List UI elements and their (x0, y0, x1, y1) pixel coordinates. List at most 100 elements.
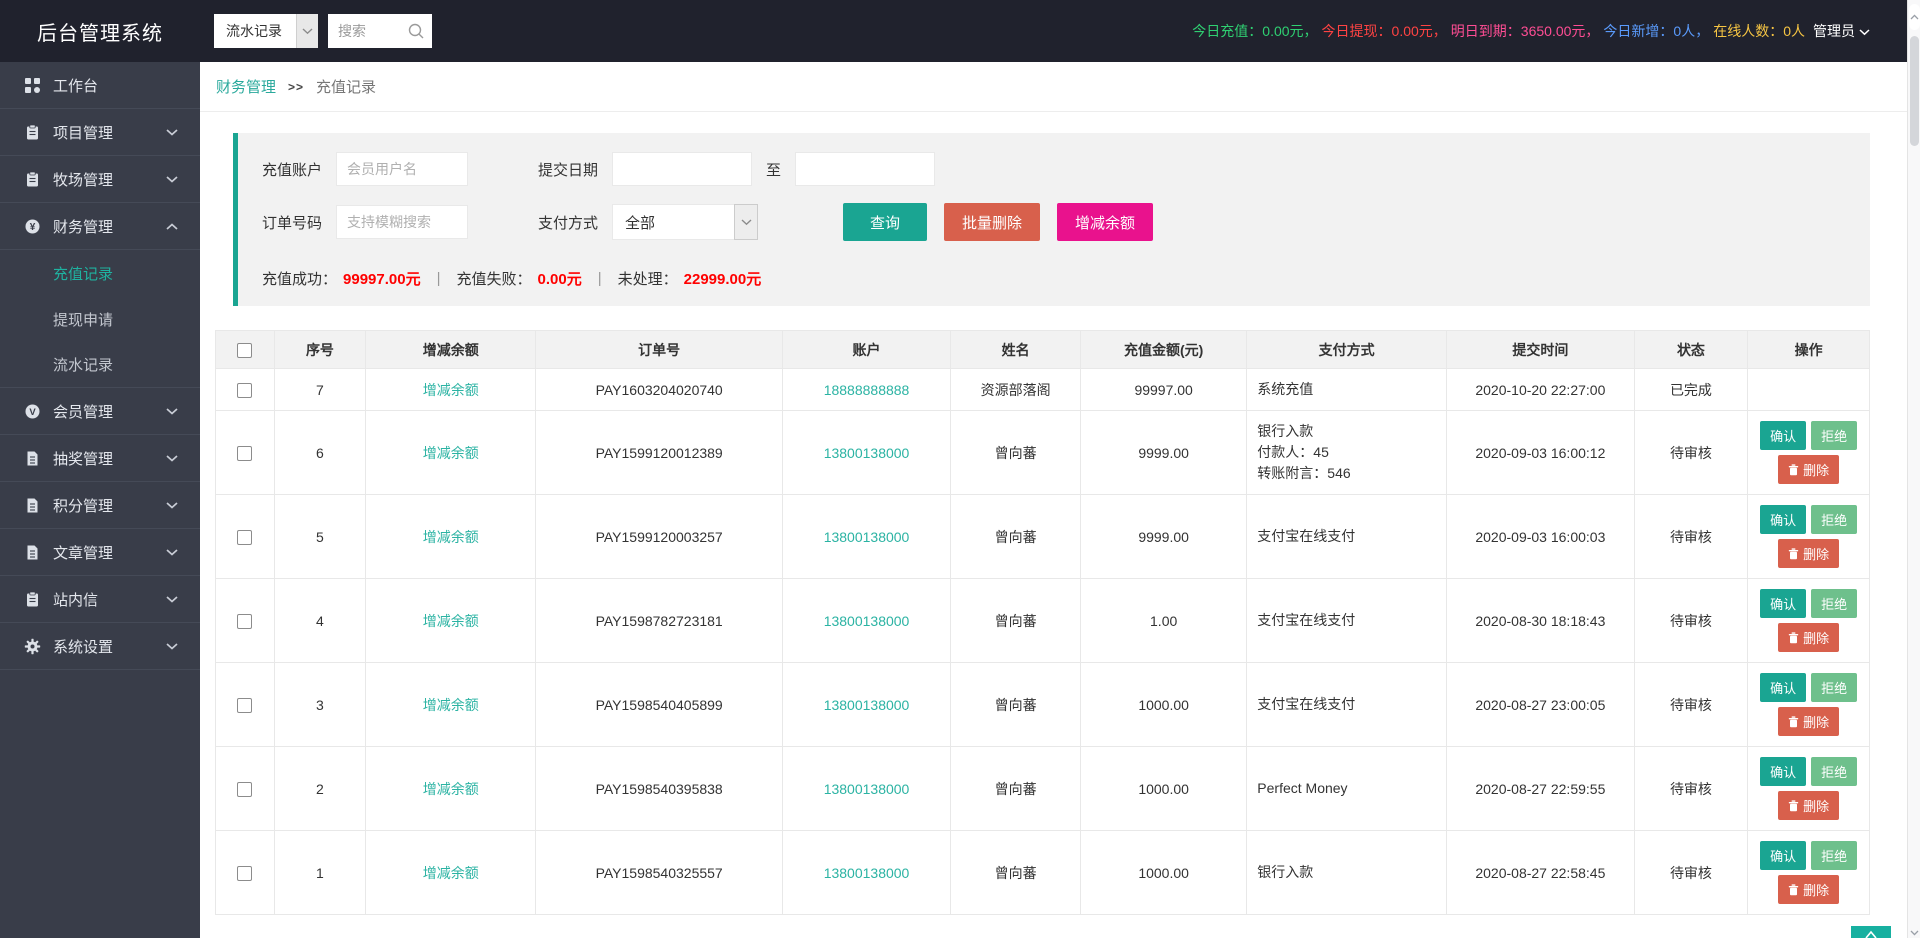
back-to-top-fixbar[interactable] (1851, 926, 1891, 938)
chevron-down-icon (166, 454, 178, 462)
reject-button[interactable]: 拒绝 (1811, 757, 1858, 786)
sidebar-item-article-management[interactable]: 文章管理 (0, 529, 200, 576)
breadcrumb-parent[interactable]: 财务管理 (216, 76, 276, 97)
sidebar-item-system-settings[interactable]: 系统设置 (0, 623, 200, 670)
records-table: 序号 增减余额 订单号 账户 姓名 充值金额(元) 支付方式 提交时间 状态 操作 7 增减余额 PA… (215, 330, 1870, 915)
sidebar-subitem-recharge-records[interactable]: 充值记录 (0, 250, 200, 296)
sidebar-subitem-withdraw-requests[interactable]: 提现申请 (0, 296, 200, 342)
reject-button[interactable]: 拒绝 (1811, 673, 1858, 702)
delete-button[interactable]: 删除 (1778, 539, 1840, 568)
row-checkbox[interactable] (237, 613, 253, 629)
cell-status: 待审核 (1633, 662, 1749, 747)
cell-adjust-link: 增减余额 (365, 368, 537, 411)
cell-payment: 支付宝在线支付 (1246, 662, 1448, 747)
sidebar-item-project-management[interactable]: 项目管理 (0, 109, 200, 156)
column-header: 操作 (1747, 330, 1870, 369)
cell-amount: 1.00 (1079, 578, 1248, 663)
delete-button[interactable]: 删除 (1778, 791, 1840, 820)
confirm-button[interactable]: 确认 (1760, 757, 1807, 786)
cell-adjust-link: 增减余额 (365, 410, 537, 495)
adjust-balance-link[interactable]: 增减余额 (423, 781, 479, 797)
select-all-checkbox[interactable] (237, 342, 253, 358)
sidebar-item-site-messages[interactable]: 站内信 (0, 576, 200, 623)
query-button[interactable]: 查询 (843, 203, 928, 241)
row-checkbox[interactable] (237, 781, 253, 797)
reject-button[interactable]: 拒绝 (1811, 505, 1858, 534)
sidebar-item-workbench[interactable]: 工作台 (0, 62, 200, 109)
account-link[interactable]: 13800138000 (824, 529, 910, 545)
scrollbar[interactable] (1907, 0, 1920, 938)
confirm-button[interactable]: 确认 (1760, 841, 1807, 870)
date-to-input[interactable] (795, 152, 936, 186)
stat-item: 今日提现：0.00元， (1321, 23, 1447, 39)
adjust-balance-link[interactable]: 增减余额 (423, 445, 479, 461)
breadcrumb-separator: >> (288, 79, 305, 94)
date-from-input[interactable] (612, 152, 753, 186)
delete-button[interactable]: 删除 (1778, 707, 1840, 736)
adjust-balance-link[interactable]: 增减余额 (423, 382, 479, 398)
delete-button[interactable]: 删除 (1778, 455, 1840, 484)
cell-account: 13800138000 (781, 662, 952, 747)
account-link[interactable]: 18888888888 (824, 382, 910, 398)
sidebar-item-points-management[interactable]: 积分管理 (0, 482, 200, 529)
scrollbar-up-arrow[interactable] (1909, 4, 1920, 30)
svg-text:V: V (29, 407, 36, 418)
summary-separator: | (597, 270, 602, 287)
cell-time: 2020-08-27 23:00:05 (1446, 662, 1635, 747)
sidebar-item-label: 系统设置 (53, 638, 114, 656)
column-header: 账户 (781, 330, 952, 369)
cell-checkbox (215, 410, 275, 495)
scrollbar-thumb[interactable] (1910, 36, 1919, 146)
search-icon[interactable] (407, 22, 425, 43)
row-checkbox[interactable] (237, 382, 253, 398)
admin-menu[interactable]: 管理员 (1813, 21, 1870, 41)
sidebar-item-finance-management[interactable]: ¥ 财务管理 (0, 203, 200, 250)
row-checkbox[interactable] (237, 697, 253, 713)
order-number-input[interactable] (336, 205, 469, 239)
scrollbar-down-arrow[interactable] (1909, 930, 1920, 936)
summary-pending-label: 未处理： (617, 271, 678, 288)
cell-name: 曾向蕃 (950, 494, 1081, 579)
row-checkbox[interactable] (237, 865, 253, 881)
adjust-balance-button[interactable]: 增减余额 (1057, 203, 1154, 241)
cell-seq: 4 (273, 578, 367, 663)
account-link[interactable]: 13800138000 (824, 697, 910, 713)
account-link[interactable]: 13800138000 (824, 865, 910, 881)
pay-method-select[interactable]: 全部 (612, 204, 759, 240)
delete-button[interactable]: 删除 (1778, 623, 1840, 652)
confirm-button[interactable]: 确认 (1760, 505, 1807, 534)
confirm-button[interactable]: 确认 (1760, 421, 1807, 450)
sidebar-item-pasture-management[interactable]: 牧场管理 (0, 156, 200, 203)
reject-button[interactable]: 拒绝 (1811, 589, 1858, 618)
recharge-account-input[interactable] (336, 152, 469, 186)
row-checkbox[interactable] (237, 445, 253, 461)
adjust-balance-link[interactable]: 增减余额 (423, 529, 479, 545)
account-link[interactable]: 13800138000 (824, 445, 910, 461)
cell-name: 曾向蕃 (950, 662, 1081, 747)
confirm-button[interactable]: 确认 (1760, 589, 1807, 618)
adjust-balance-link[interactable]: 增减余额 (423, 865, 479, 881)
row-checkbox[interactable] (237, 529, 253, 545)
reject-button[interactable]: 拒绝 (1811, 421, 1858, 450)
table-header: 序号 增减余额 订单号 账户 姓名 充值金额(元) 支付方式 提交时间 状态 操作 (215, 330, 1870, 369)
batch-delete-button[interactable]: 批量删除 (944, 203, 1041, 241)
delete-button[interactable]: 删除 (1778, 875, 1840, 904)
sidebar-item-member-management[interactable]: V 会员管理 (0, 388, 200, 435)
table-row: 6 增减余额 PAY1599120012389 13800138000 曾向蕃 9999.… (215, 410, 1870, 495)
sidebar-item-lottery-management[interactable]: 抽奖管理 (0, 435, 200, 482)
confirm-button[interactable]: 确认 (1760, 673, 1807, 702)
account-link[interactable]: 13800138000 (824, 613, 910, 629)
sidebar-subitem-flow-records[interactable]: 流水记录 (0, 342, 200, 388)
main-content: 财务管理 >> 充值记录 充值账户 提交日期 至 订单号码 支付方式 (200, 62, 1920, 938)
sidebar-item-label: 工作台 (53, 77, 99, 95)
adjust-balance-link[interactable]: 增减余额 (423, 697, 479, 713)
adjust-balance-link[interactable]: 增减余额 (423, 613, 479, 629)
cell-status: 待审核 (1633, 494, 1749, 579)
module-select[interactable]: 流水记录 (214, 14, 318, 48)
account-link[interactable]: 13800138000 (824, 781, 910, 797)
trash-icon (1788, 547, 1799, 560)
cell-time: 2020-08-30 18:18:43 (1446, 578, 1635, 663)
reject-button[interactable]: 拒绝 (1811, 841, 1858, 870)
cell-payment: 支付宝在线支付 (1246, 578, 1448, 663)
cell-actions: 确认 拒绝 删除 (1747, 578, 1870, 663)
